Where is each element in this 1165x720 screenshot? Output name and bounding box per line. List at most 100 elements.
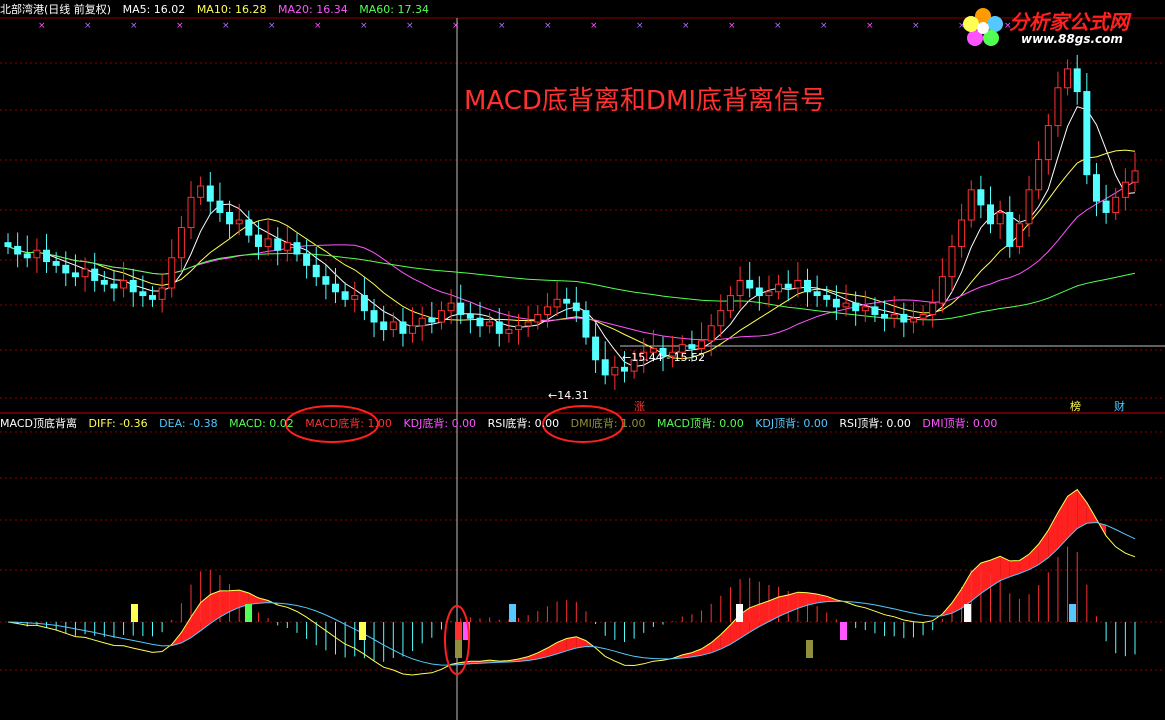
candle-body xyxy=(457,302,465,315)
candle-body xyxy=(370,310,378,323)
ma10-line xyxy=(7,149,1136,360)
rsi-bottom-label: RSI底背: 0.00 xyxy=(487,417,560,430)
candle-body xyxy=(254,234,262,247)
top-marker: × xyxy=(452,21,460,31)
ma60-line xyxy=(7,245,1136,321)
candle-body xyxy=(1092,174,1100,202)
kdj-top-label: KDJ顶背: 0.00 xyxy=(755,417,828,430)
candle-body xyxy=(399,321,407,334)
candle-body xyxy=(717,310,725,327)
ma5-line xyxy=(7,106,1136,368)
candle-body xyxy=(861,306,869,312)
candle-body xyxy=(611,366,619,376)
candle-body xyxy=(553,298,561,308)
diff-label: DIFF: -0.36 xyxy=(88,417,148,430)
signal-block xyxy=(806,640,813,658)
candle-body xyxy=(707,325,715,342)
candle-body xyxy=(967,189,975,221)
candle-body xyxy=(736,279,744,297)
top-marker: × xyxy=(498,21,506,31)
candle-body xyxy=(900,313,908,323)
candle-body xyxy=(33,249,41,259)
low-price-label: ←14.31 xyxy=(548,389,589,402)
stock-name: 北部湾港(日线 前复权) xyxy=(0,3,112,16)
signal-block xyxy=(359,622,366,640)
macd-fill xyxy=(990,556,1001,587)
candle-body xyxy=(293,242,301,255)
candle-body xyxy=(168,257,176,289)
ma60-label: MA60: 17.34 xyxy=(359,3,429,16)
macd-fill xyxy=(1067,489,1078,539)
candle-body xyxy=(813,291,821,297)
top-marker: × xyxy=(360,21,368,31)
candle-body xyxy=(842,302,850,308)
candle-body xyxy=(1083,91,1091,176)
candle-body xyxy=(14,245,22,255)
candle-body xyxy=(515,325,523,331)
candle-body xyxy=(129,279,137,293)
candle-body xyxy=(871,306,879,315)
top-marker: × xyxy=(682,21,690,31)
candle-body xyxy=(592,336,600,361)
candle-body xyxy=(120,279,128,289)
candle-body xyxy=(765,291,773,297)
candle-body xyxy=(543,306,551,315)
indicator-row: MACD顶底背离 DIFF: -0.36 DEA: -0.38 MACD: 0.… xyxy=(0,416,1005,432)
candle-body xyxy=(139,291,147,297)
candle-body xyxy=(187,196,195,229)
candle-body xyxy=(148,295,156,300)
macd-fill xyxy=(248,592,259,605)
candle-body xyxy=(158,287,166,300)
candle-body xyxy=(572,302,580,312)
ma10-label: MA10: 16.28 xyxy=(196,3,267,16)
macd-bottom-label: MACD底背: 1.00 xyxy=(305,417,392,430)
candle-body xyxy=(52,261,60,266)
candle-body xyxy=(389,321,397,331)
candle-body xyxy=(938,276,946,304)
top-marker: × xyxy=(314,21,322,31)
candle-body xyxy=(996,211,1004,225)
candle-body xyxy=(43,249,51,263)
signal-block xyxy=(455,640,462,658)
candle-body xyxy=(486,321,494,327)
candle-body xyxy=(81,268,89,278)
candle-body xyxy=(447,302,455,312)
candle-body xyxy=(1015,223,1023,247)
signal-block xyxy=(840,622,847,640)
rsi-top-label: RSI顶背: 0.00 xyxy=(839,417,911,430)
candle-body xyxy=(1131,170,1139,183)
macd-fill xyxy=(1048,512,1058,558)
candle-body xyxy=(948,245,956,278)
candle-body xyxy=(852,302,860,312)
macd-fill xyxy=(200,594,211,631)
candle-body xyxy=(582,310,590,338)
candle-body xyxy=(428,317,436,323)
candle-body xyxy=(4,242,12,247)
candle-body xyxy=(360,295,368,312)
candle-body xyxy=(495,321,503,334)
candle-body xyxy=(620,366,628,372)
candle-body xyxy=(881,313,889,319)
candle-body xyxy=(524,321,532,327)
candle-body xyxy=(23,253,31,259)
candle-body xyxy=(274,238,282,251)
candle-body xyxy=(746,279,754,289)
candle-body xyxy=(110,283,118,289)
macd-fill xyxy=(749,604,760,633)
candle-body xyxy=(987,204,995,225)
macd-panel xyxy=(7,488,1136,676)
header-row: 北部湾港(日线 前复权) MA5: 16.02 MA10: 16.28 MA20… xyxy=(0,2,437,18)
top-marker: × xyxy=(38,21,46,31)
candle-body xyxy=(803,279,811,293)
candle-body xyxy=(206,185,214,202)
macd-fill xyxy=(961,572,972,609)
candle-body xyxy=(794,279,802,289)
top-marker: × xyxy=(406,21,414,31)
candle-body xyxy=(784,283,792,289)
candle-body xyxy=(1112,196,1120,213)
dmi-bottom-label: DMI底背: 1.00 xyxy=(570,417,646,430)
top-marker: × xyxy=(636,21,644,31)
candle-body xyxy=(283,242,291,251)
candle-body xyxy=(91,268,99,281)
moving-averages xyxy=(7,106,1136,368)
